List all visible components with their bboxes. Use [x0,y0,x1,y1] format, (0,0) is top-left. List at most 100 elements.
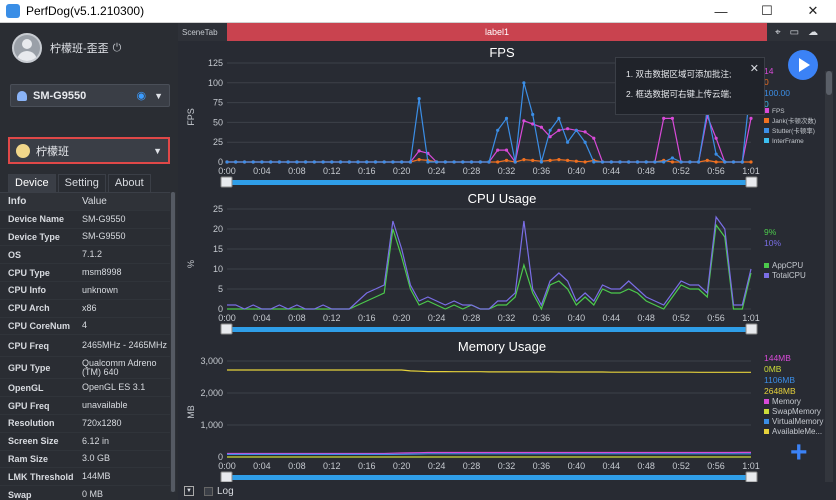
fps-series-point [583,140,587,144]
fps-series-point [670,156,674,160]
device-select[interactable]: SM-G9550 ◉ ▼ [10,84,170,107]
cloud-icon[interactable]: ☁ [808,27,818,38]
fps-x-tick-label: 0:00 [218,166,236,176]
info-key: Swap [8,489,32,500]
log-checkbox[interactable] [204,486,213,496]
avatar[interactable] [12,33,42,63]
table-row[interactable]: Device Type SM-G9550 [0,229,170,247]
scrollbar-thumb[interactable] [171,192,175,492]
info-key: OS [8,249,22,260]
info-key: GPU Freq [8,400,50,411]
fps-series-point [330,160,334,164]
fps-series-point [566,158,570,162]
table-row[interactable]: CPU Type msm8998 [0,264,170,282]
app-select[interactable]: 柠檬班 ▼ [8,137,170,164]
table-row[interactable]: Ram Size 3.0 GB [0,451,170,469]
cpu-x-tick-label: 0:16 [358,313,376,323]
chevron-down-icon: ▼ [154,90,163,101]
info-value: 720x1280 [82,417,122,428]
fps-series-point [583,160,587,164]
mem-series-line [227,453,751,455]
fps-series-point [539,125,543,129]
fps-x-tick-label: 0:24 [428,166,446,176]
label-tab[interactable]: label1 [227,23,767,41]
fps-series-point [513,160,517,164]
info-value: unknown [82,284,119,295]
folder-icon[interactable]: ▭ [790,27,799,38]
fps-legend-swatch [764,128,769,133]
mem-legend-value: 1106MB [764,375,795,385]
fps-series-point [347,160,351,164]
tab-device[interactable]: Device [8,174,56,192]
fps-series-point [662,116,666,120]
close-icon[interactable]: ✕ [750,62,759,75]
device-name: SM-G9550 [33,89,87,102]
fps-series-point [644,160,648,164]
location-icon[interactable]: ⌖ [775,27,781,38]
table-row[interactable]: Device Name SM-G9550 [0,211,170,229]
fps-series-point [373,160,378,164]
fps-series-point [496,148,500,152]
table-row[interactable]: GPU Type Qualcomm Adreno (TM) 640 [0,357,170,380]
cpu-series-line [227,223,752,311]
scrollbar-thumb[interactable] [826,71,832,95]
play-button[interactable] [788,50,818,80]
mem-series-line [227,369,751,373]
fps-legend-swatch [764,138,769,143]
cpu-y-tick-label: 25 [213,204,223,214]
table-row[interactable]: CPU Info unknown [0,282,170,300]
tab-about[interactable]: About [107,174,151,192]
close-button[interactable]: ✕ [790,0,836,23]
cpu-x-tick-label: 0:36 [533,313,551,323]
cpu-legend-label: AppCPU [772,261,803,270]
table-row[interactable]: GPU Freq unavailable [0,397,170,415]
fps-legend-label: Stutter(卡顿率) [772,126,815,135]
fps-range-handle-right [745,176,758,188]
cpu-y-tick-label: 10 [213,264,223,274]
table-row[interactable]: CPU Freq 2465MHz - 2465MHz [0,335,170,358]
fps-series-point [504,116,509,120]
table-row[interactable]: Screen Size 6.12 in [0,433,170,451]
maximize-button[interactable]: ☐ [744,0,790,23]
table-row[interactable]: CPU CoreNum 4 [0,318,170,336]
info-value: 6.12 in [82,435,110,446]
fps-series-point [740,160,744,164]
table-row[interactable]: CPU Arch x86 [0,300,170,318]
cpu-legend-label: TotalCPU [772,271,806,280]
fps-series-point [592,136,596,140]
table-row[interactable]: Resolution 720x1280 [0,415,170,433]
add-chart-button[interactable]: + [790,436,808,470]
info-value: SM-G9550 [82,231,126,242]
fps-series-point [566,127,570,131]
fps-x-tick-label: 0:40 [568,166,586,176]
fps-legend-label: FPS [772,108,785,115]
table-row[interactable]: LMK Threshold 144MB [0,468,170,487]
tab-setting[interactable]: Setting [57,174,106,192]
mem-legend-label: VirtualMemory [772,417,823,426]
minimize-button[interactable]: — [698,0,744,23]
fps-series-point [417,97,421,101]
mem-x-tick-label: 0:12 [323,461,341,471]
cpu-range-handle-left [220,323,233,335]
table-row[interactable]: Swap 0 MB [0,486,170,500]
info-key: CPU Type [8,267,50,278]
info-value: 7.1.2 [82,249,103,260]
charts-scrollbar[interactable] [825,71,833,482]
user-panel: 柠檬班-歪歪 ⏻ [12,33,121,63]
cpu-legend-swatch [764,263,769,268]
fps-series-point [522,119,526,123]
table-row[interactable]: OpenGL OpenGL ES 3.1 [0,379,170,398]
chevron-down-icon[interactable]: ▼ [184,486,194,496]
mem-range-handle-left [220,471,233,482]
table-row[interactable]: OS 7.1.2 [0,246,170,265]
fps-x-tick-label: 0:20 [393,166,411,176]
mem-range-slider [227,475,751,480]
fps-series-point [408,160,412,164]
sidebar-scrollbar[interactable] [170,192,176,492]
fps-series-point [557,158,561,162]
mem-legend-value: 2648MB [764,386,796,396]
fps-series-point [478,160,482,164]
fps-series-point [426,160,430,164]
fps-series-point [338,160,343,164]
power-icon[interactable]: ⏻ [113,42,122,55]
